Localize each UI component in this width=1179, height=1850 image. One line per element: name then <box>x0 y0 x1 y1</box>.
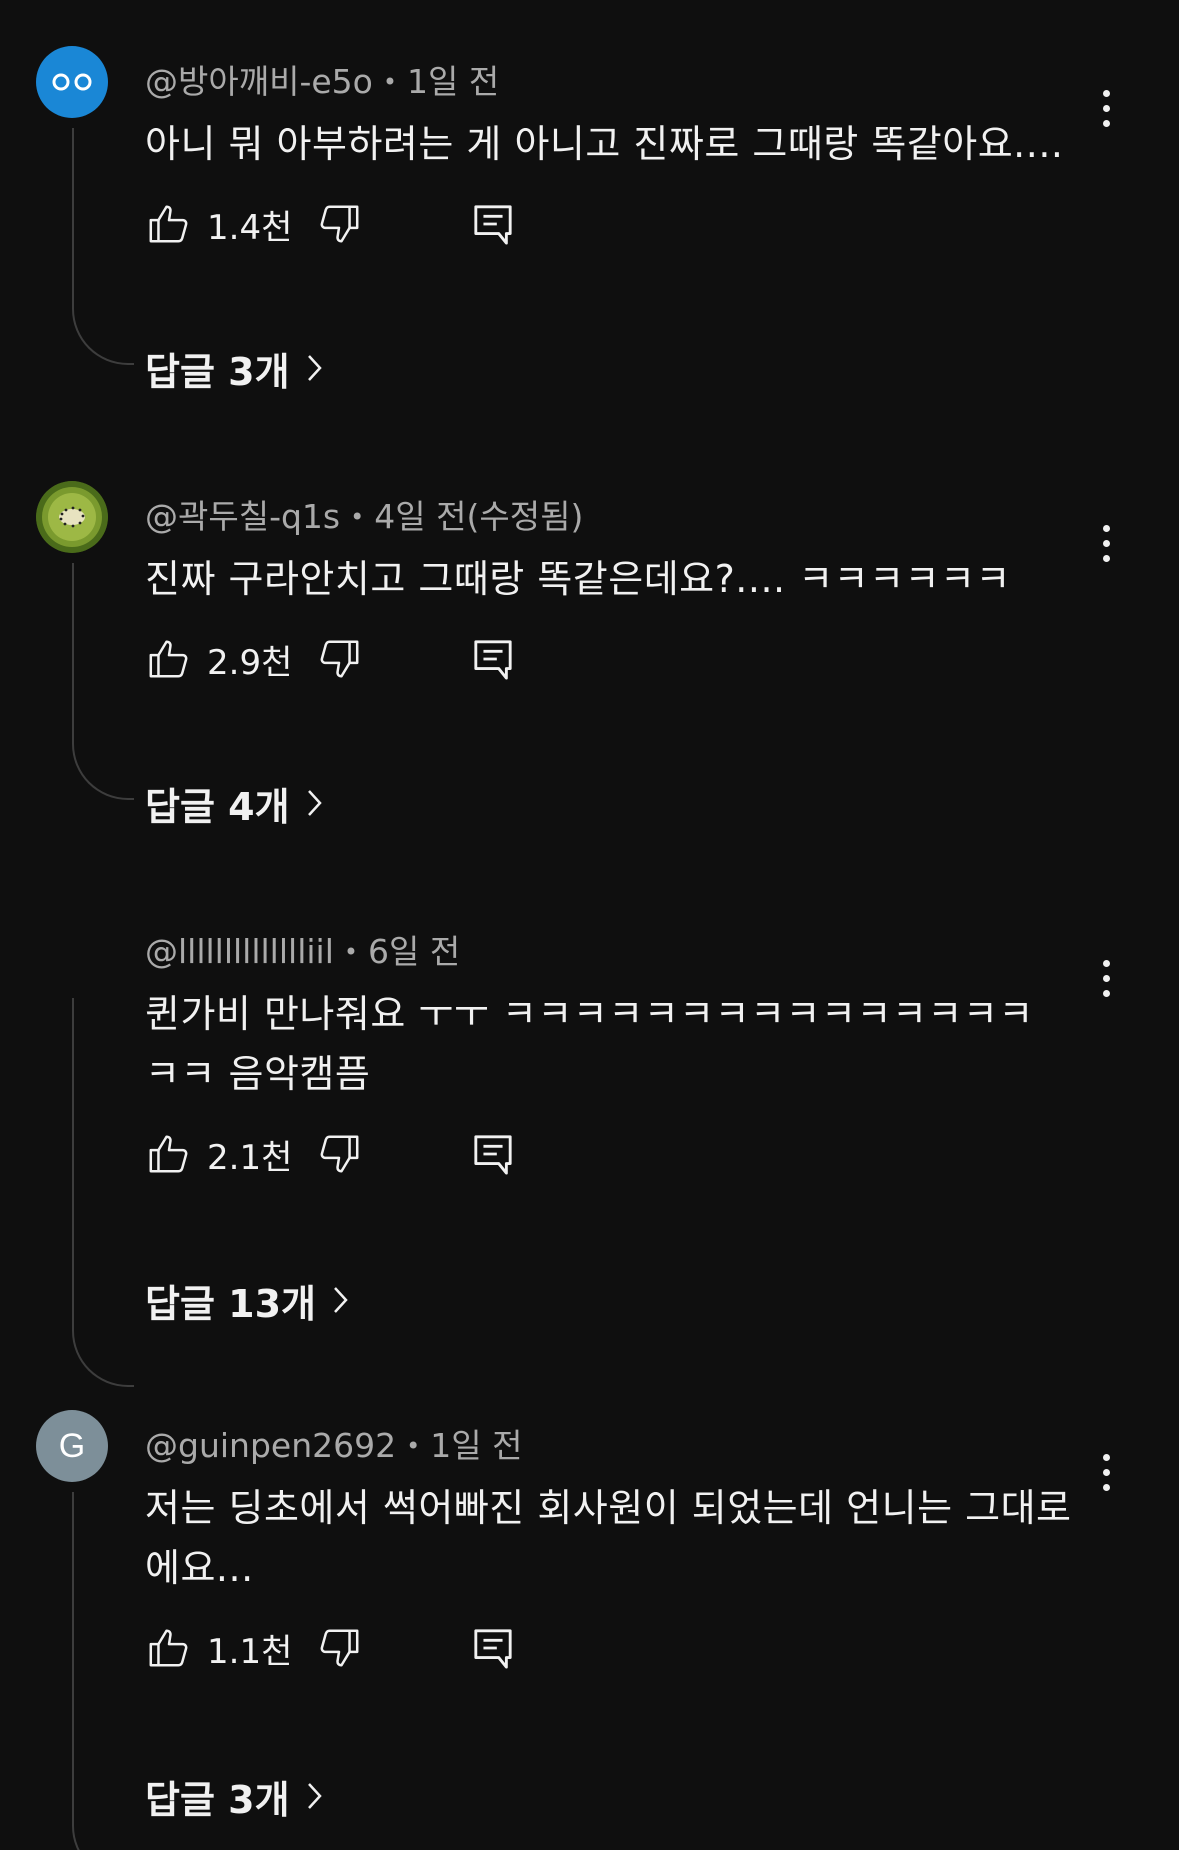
thumbs-up-icon[interactable] <box>145 1130 193 1178</box>
more-vert-icon[interactable] <box>1092 1442 1120 1502</box>
comment-actions: 1.1천 <box>145 1618 517 1678</box>
comment-author[interactable]: @방아깨비-e5o <box>145 62 373 101</box>
comment: @방아깨비-e5o • 1일 전 아니 뭐 아부하려는 게 아니고 진짜로 그때랑 … <box>0 38 1179 418</box>
comment: G @guinpen2692 • 1일 전 저는 딩초에서 썩어빠진 회사원이 되었… <box>0 1402 1179 1850</box>
replies-count: 답글 3개 <box>145 1777 290 1822</box>
avatar-eyes-icon <box>52 73 92 91</box>
replies-toggle[interactable]: 답글 3개 <box>145 1768 324 1824</box>
thumbs-down-icon[interactable] <box>315 635 363 683</box>
avatar[interactable] <box>36 481 108 553</box>
more-vert-icon[interactable] <box>1092 513 1120 573</box>
thumbs-up-icon[interactable] <box>145 635 193 683</box>
comment-time: 1일 전 <box>430 1426 523 1465</box>
separator-dot: • <box>382 68 397 96</box>
comment-author[interactable]: @guinpen2692 <box>145 1426 396 1465</box>
thumbs-down-icon[interactable] <box>315 200 363 248</box>
replies-toggle[interactable]: 답글 3개 <box>145 340 324 396</box>
separator-dot: • <box>406 1432 421 1460</box>
replies-count: 답글 4개 <box>145 784 290 829</box>
comment-text: 저는 딩초에서 썩어빠진 회사원이 되었는데 언니는 그대로에요... <box>145 1486 1072 1590</box>
separator-dot: • <box>343 938 359 966</box>
thumbs-up-icon[interactable] <box>145 1624 193 1672</box>
thread-line <box>72 128 134 365</box>
comment-meta: @guinpen2692 • 1일 전 <box>145 1424 522 1468</box>
avatar[interactable]: G <box>36 1410 108 1482</box>
comment-actions: 2.9천 <box>145 629 517 689</box>
comment: @곽두칠-q1s • 4일 전(수정됨) 진짜 구라안치고 그때랑 똑같은데요?..… <box>0 473 1179 853</box>
thread-line <box>72 563 134 800</box>
like-count: 2.1천 <box>207 1137 293 1178</box>
comment-icon[interactable] <box>469 1130 517 1178</box>
comment-time: 1일 전 <box>407 62 500 101</box>
thumbs-down-icon[interactable] <box>315 1624 363 1672</box>
comment-icon[interactable] <box>469 200 517 248</box>
like-count: 1.4천 <box>207 207 293 248</box>
avatar[interactable] <box>36 46 108 118</box>
comment-actions: 1.4천 <box>145 194 517 254</box>
comment-meta: @방아깨비-e5o • 1일 전 <box>145 60 499 104</box>
comment: @lllllllllllllliil • 6일 전 퀸가비 만나줘요 ㅜㅜ ㅋㅋㅋㅋ… <box>0 908 1179 1387</box>
comment-time: 6일 전 <box>368 932 461 971</box>
avatar-kiwi-icon <box>36 481 108 553</box>
more-vert-icon[interactable] <box>1092 948 1120 1008</box>
comment-icon[interactable] <box>469 1624 517 1672</box>
chevron-right-icon <box>307 355 322 381</box>
more-vert-icon[interactable] <box>1092 78 1120 138</box>
comment-author[interactable]: @곽두칠-q1s <box>145 497 340 536</box>
avatar-letter: G <box>58 1426 86 1465</box>
like-count: 1.1천 <box>207 1631 293 1672</box>
like-count: 2.9천 <box>207 642 293 683</box>
comment-text: 진짜 구라안치고 그때랑 똑같은데요?.... ㅋㅋㅋㅋㅋㅋ <box>145 557 1011 601</box>
replies-count: 답글 13개 <box>145 1281 316 1326</box>
replies-toggle[interactable]: 답글 13개 <box>145 1272 350 1328</box>
chevron-right-icon <box>334 1287 348 1313</box>
thread-line <box>72 1492 134 1850</box>
thread-line <box>72 998 134 1387</box>
chevron-right-icon <box>307 1783 322 1809</box>
comment-author[interactable]: @lllllllllllllliil <box>145 932 334 971</box>
separator-dot: • <box>350 503 365 531</box>
chevron-right-icon <box>307 790 322 816</box>
comment-meta: @lllllllllllllliil • 6일 전 <box>145 930 460 974</box>
comment-text: 아니 뭐 아부하려는 게 아니고 진짜로 그때랑 똑같아요.... <box>145 122 1064 166</box>
replies-toggle[interactable]: 답글 4개 <box>145 775 324 831</box>
thumbs-up-icon[interactable] <box>145 200 193 248</box>
comment-icon[interactable] <box>469 635 517 683</box>
comment-actions: 2.1천 <box>145 1124 517 1184</box>
comment-meta: @곽두칠-q1s • 4일 전(수정됨) <box>145 495 583 539</box>
comments-list: @방아깨비-e5o • 1일 전 아니 뭐 아부하려는 게 아니고 진짜로 그때랑 … <box>0 0 1179 1850</box>
comment-text: 퀸가비 만나줘요 ㅜㅜ ㅋㅋㅋㅋㅋㅋㅋㅋㅋㅋㅋㅋㅋㅋㅋ ㅋㅋ 음악캠픔 <box>145 992 1034 1096</box>
comment-time: 4일 전(수정됨) <box>374 497 584 536</box>
thumbs-down-icon[interactable] <box>315 1130 363 1178</box>
replies-count: 답글 3개 <box>145 349 290 394</box>
